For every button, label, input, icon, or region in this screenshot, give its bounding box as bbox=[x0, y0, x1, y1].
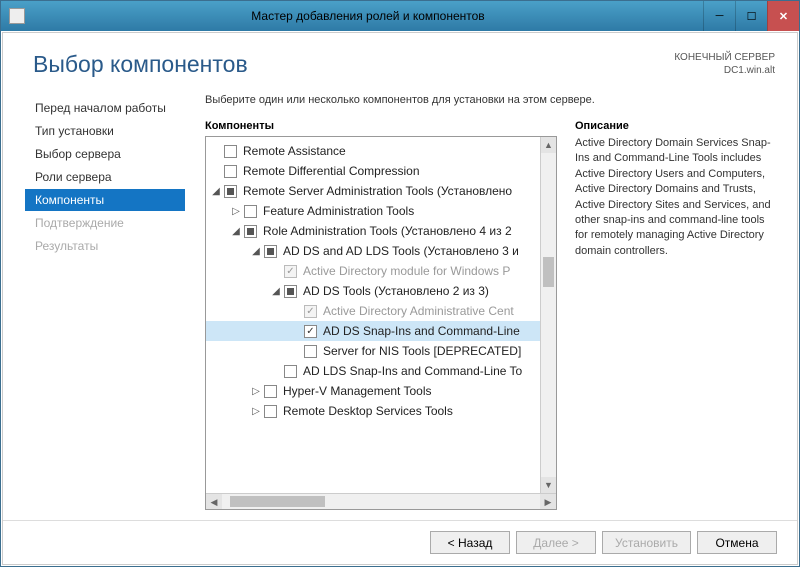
titlebar-buttons: ─ ☐ ✕ bbox=[703, 1, 799, 31]
scroll-left-arrow[interactable]: ◀ bbox=[206, 494, 222, 509]
footer: < Назад Далее > Установить Отмена bbox=[3, 520, 797, 564]
nav-item[interactable]: Выбор сервера bbox=[25, 143, 185, 165]
checkbox[interactable] bbox=[264, 405, 277, 418]
checkbox[interactable] bbox=[264, 245, 277, 258]
hscroll-track[interactable] bbox=[222, 494, 540, 509]
next-button[interactable]: Далее > bbox=[516, 531, 596, 554]
description-panel: Описание Active Directory Domain Service… bbox=[575, 120, 775, 510]
page-title: Выбор компонентов bbox=[33, 51, 248, 78]
checkbox[interactable] bbox=[264, 385, 277, 398]
body: Перед началом работыТип установкиВыбор с… bbox=[3, 88, 797, 520]
tree-row[interactable]: ▷AD LDS Snap-Ins and Command-Line To bbox=[206, 361, 540, 381]
panels: Компоненты ▷Remote Assistance▷Remote Dif… bbox=[205, 120, 775, 510]
cancel-button[interactable]: Отмена bbox=[697, 531, 777, 554]
header: Выбор компонентов КОНЕЧНЫЙ СЕРВЕР DC1.wi… bbox=[3, 33, 797, 88]
tree-item-label: AD DS Snap-Ins and Command-Line bbox=[323, 324, 520, 338]
expand-icon[interactable]: ▷ bbox=[250, 406, 262, 417]
checkbox[interactable] bbox=[304, 325, 317, 338]
tree-row[interactable]: ▷Remote Assistance bbox=[206, 141, 540, 161]
expand-icon[interactable]: ▷ bbox=[230, 206, 242, 217]
titlebar: Мастер добавления ролей и компонентов ─ … bbox=[1, 1, 799, 31]
maximize-button[interactable]: ☐ bbox=[735, 1, 767, 31]
description-title: Описание bbox=[575, 120, 775, 132]
main-panel: Выберите один или несколько компонентов … bbox=[185, 88, 775, 510]
wizard-nav: Перед началом работыТип установкиВыбор с… bbox=[25, 88, 185, 510]
tree-item-label: AD LDS Snap-Ins and Command-Line To bbox=[303, 364, 522, 378]
tree-row[interactable]: ▷Active Directory module for Windows P bbox=[206, 261, 540, 281]
checkbox[interactable] bbox=[224, 185, 237, 198]
checkbox bbox=[304, 305, 317, 318]
tree-item-label: Remote Differential Compression bbox=[243, 164, 420, 178]
components-panel: Компоненты ▷Remote Assistance▷Remote Dif… bbox=[205, 120, 557, 510]
hscroll-thumb[interactable] bbox=[230, 496, 325, 507]
server-info: КОНЕЧНЫЙ СЕРВЕР DC1.win.alt bbox=[674, 51, 775, 77]
tree-item-label: Active Directory Administrative Cent bbox=[323, 304, 514, 318]
tree-container: ▷Remote Assistance▷Remote Differential C… bbox=[205, 136, 557, 510]
checkbox[interactable] bbox=[284, 285, 297, 298]
tree-scroll-area: ▷Remote Assistance▷Remote Differential C… bbox=[206, 137, 556, 493]
nav-item[interactable]: Роли сервера bbox=[25, 166, 185, 188]
back-button[interactable]: < Назад bbox=[430, 531, 510, 554]
nav-item[interactable]: Тип установки bbox=[25, 120, 185, 142]
tree-row[interactable]: ▷AD DS Snap-Ins and Command-Line bbox=[206, 321, 540, 341]
install-button[interactable]: Установить bbox=[602, 531, 691, 554]
tree-row[interactable]: ▷ Hyper-V Management Tools bbox=[206, 381, 540, 401]
checkbox[interactable] bbox=[284, 365, 297, 378]
scroll-right-arrow[interactable]: ▶ bbox=[540, 494, 556, 509]
checkbox[interactable] bbox=[244, 225, 257, 238]
server-name: DC1.win.alt bbox=[674, 64, 775, 77]
nav-item[interactable]: Перед началом работы bbox=[25, 97, 185, 119]
nav-item[interactable]: Компоненты bbox=[25, 189, 185, 211]
nav-item: Результаты bbox=[25, 235, 185, 257]
tree-row[interactable]: ▷ Remote Desktop Services Tools bbox=[206, 401, 540, 421]
tree-item-label: Feature Administration Tools bbox=[263, 204, 414, 218]
tree-item-label: Server for NIS Tools [DEPRECATED] bbox=[323, 344, 521, 358]
tree-item-label: Active Directory module for Windows P bbox=[303, 264, 510, 278]
tree-row[interactable]: ◢ AD DS and AD LDS Tools (Установлено 3 и bbox=[206, 241, 540, 261]
minimize-button[interactable]: ─ bbox=[703, 1, 735, 31]
collapse-icon[interactable]: ◢ bbox=[250, 246, 262, 257]
tree-row[interactable]: ▷Remote Differential Compression bbox=[206, 161, 540, 181]
horizontal-scrollbar[interactable]: ◀ ▶ bbox=[206, 493, 556, 509]
feature-tree[interactable]: ▷Remote Assistance▷Remote Differential C… bbox=[206, 137, 540, 493]
tree-row[interactable]: ◢ Role Administration Tools (Установлено … bbox=[206, 221, 540, 241]
checkbox bbox=[284, 265, 297, 278]
collapse-icon[interactable]: ◢ bbox=[270, 286, 282, 297]
collapse-icon[interactable]: ◢ bbox=[210, 186, 222, 197]
expand-icon[interactable]: ▷ bbox=[250, 386, 262, 397]
tree-row[interactable]: ◢ AD DS Tools (Установлено 2 из 3) bbox=[206, 281, 540, 301]
wizard-window: Мастер добавления ролей и компонентов ─ … bbox=[0, 0, 800, 567]
components-title: Компоненты bbox=[205, 120, 557, 132]
description-text: Active Directory Domain Services Snap-In… bbox=[575, 136, 775, 259]
window-title: Мастер добавления ролей и компонентов bbox=[33, 9, 703, 23]
tree-row[interactable]: ▷Server for NIS Tools [DEPRECATED] bbox=[206, 341, 540, 361]
scroll-up-arrow[interactable]: ▲ bbox=[541, 137, 556, 153]
instruction-text: Выберите один или несколько компонентов … bbox=[205, 94, 775, 106]
checkbox[interactable] bbox=[224, 165, 237, 178]
tree-item-label: Remote Desktop Services Tools bbox=[283, 404, 453, 418]
checkbox[interactable] bbox=[244, 205, 257, 218]
tree-item-label: Remote Server Administration Tools (Уста… bbox=[243, 184, 512, 198]
close-button[interactable]: ✕ bbox=[767, 1, 799, 31]
tree-item-label: Remote Assistance bbox=[243, 144, 346, 158]
nav-item: Подтверждение bbox=[25, 212, 185, 234]
tree-item-label: Role Administration Tools (Установлено 4… bbox=[263, 224, 512, 238]
tree-item-label: Hyper-V Management Tools bbox=[283, 384, 432, 398]
collapse-icon[interactable]: ◢ bbox=[230, 226, 242, 237]
tree-item-label: AD DS Tools (Установлено 2 из 3) bbox=[303, 284, 489, 298]
vscroll-thumb[interactable] bbox=[543, 257, 554, 287]
tree-row[interactable]: ◢ Remote Server Administration Tools (Уст… bbox=[206, 181, 540, 201]
checkbox[interactable] bbox=[304, 345, 317, 358]
server-label: КОНЕЧНЫЙ СЕРВЕР bbox=[674, 51, 775, 64]
checkbox[interactable] bbox=[224, 145, 237, 158]
scroll-down-arrow[interactable]: ▼ bbox=[541, 477, 556, 493]
content: Выбор компонентов КОНЕЧНЫЙ СЕРВЕР DC1.wi… bbox=[2, 32, 798, 565]
tree-row[interactable]: ▷Active Directory Administrative Cent bbox=[206, 301, 540, 321]
tree-item-label: AD DS and AD LDS Tools (Установлено 3 и bbox=[283, 244, 519, 258]
tree-row[interactable]: ▷ Feature Administration Tools bbox=[206, 201, 540, 221]
app-icon bbox=[9, 8, 25, 24]
vertical-scrollbar[interactable]: ▲ ▼ bbox=[540, 137, 556, 493]
